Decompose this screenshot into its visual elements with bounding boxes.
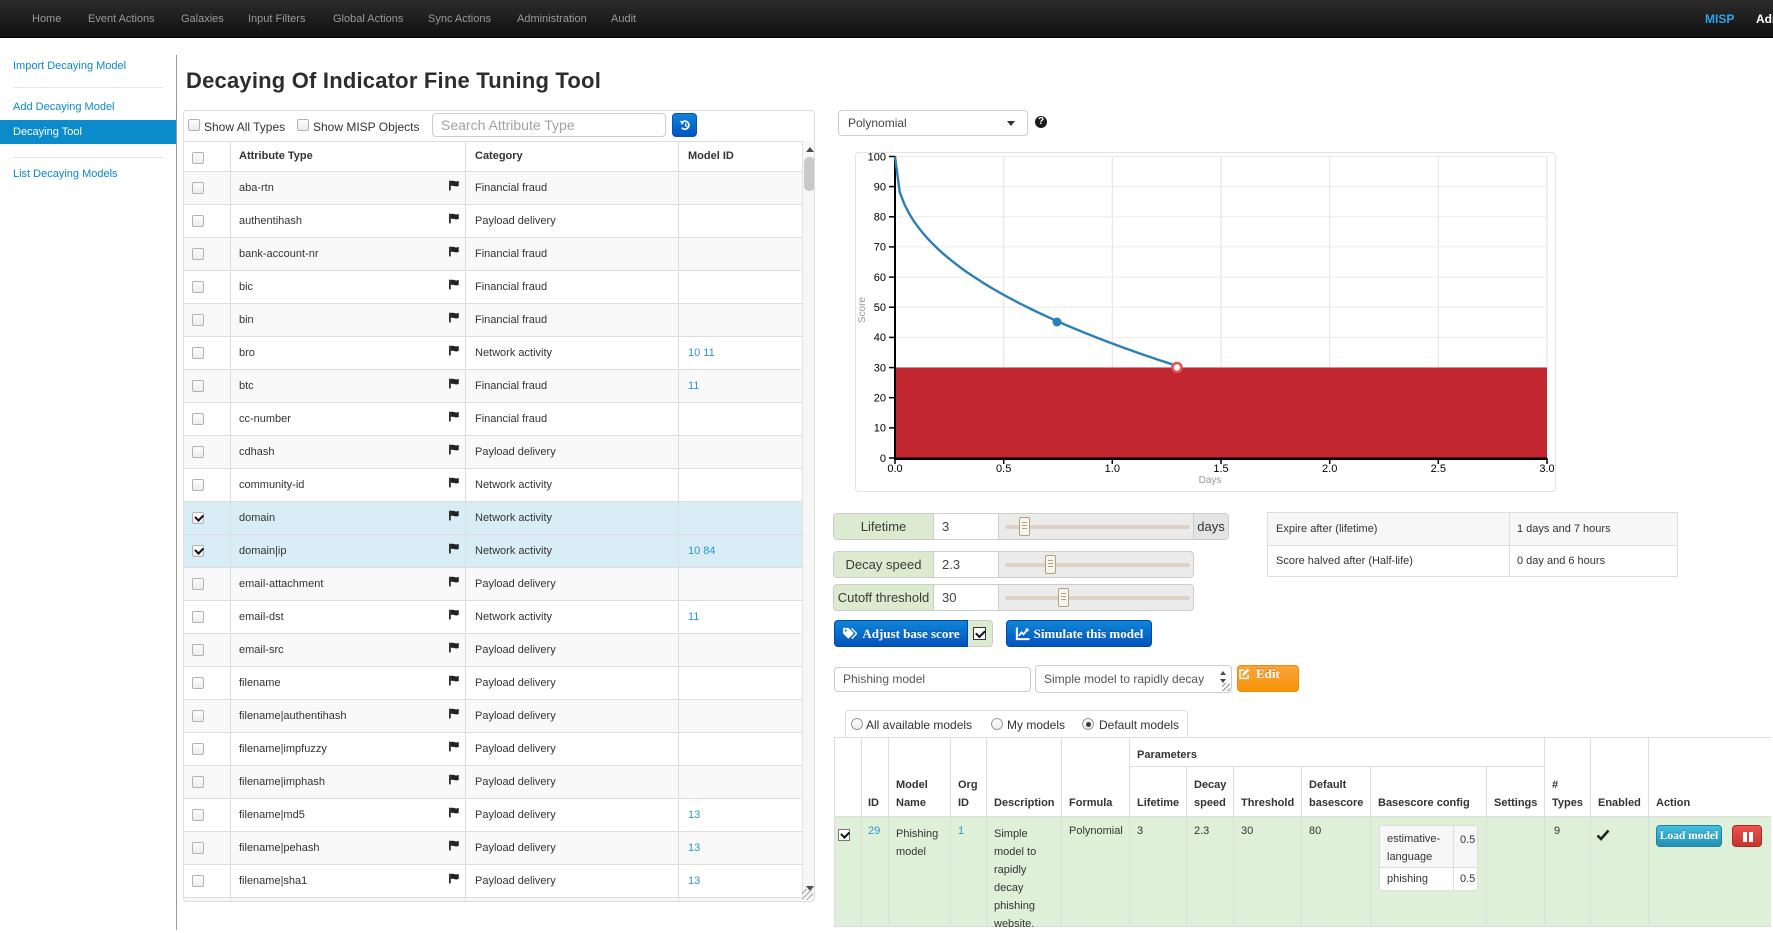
- svg-text:Days: Days: [1199, 475, 1222, 486]
- svg-text:40: 40: [874, 332, 886, 344]
- svg-text:0: 0: [880, 453, 886, 465]
- svg-text:0.0: 0.0: [887, 463, 902, 475]
- svg-text:1.0: 1.0: [1105, 463, 1120, 475]
- svg-text:70: 70: [874, 242, 886, 254]
- svg-text:3.0: 3.0: [1539, 463, 1554, 475]
- svg-text:1.5: 1.5: [1213, 463, 1228, 475]
- svg-text:50: 50: [874, 302, 886, 314]
- svg-text:2.5: 2.5: [1431, 463, 1446, 475]
- svg-text:20: 20: [874, 393, 886, 405]
- svg-text:60: 60: [874, 272, 886, 284]
- svg-text:30: 30: [874, 362, 886, 374]
- svg-text:10: 10: [874, 423, 886, 435]
- svg-text:100: 100: [868, 153, 886, 163]
- svg-text:Score: Score: [857, 297, 868, 324]
- svg-text:80: 80: [874, 212, 886, 224]
- svg-text:0.5: 0.5: [996, 463, 1011, 475]
- svg-text:2.0: 2.0: [1322, 463, 1337, 475]
- svg-text:90: 90: [874, 181, 886, 193]
